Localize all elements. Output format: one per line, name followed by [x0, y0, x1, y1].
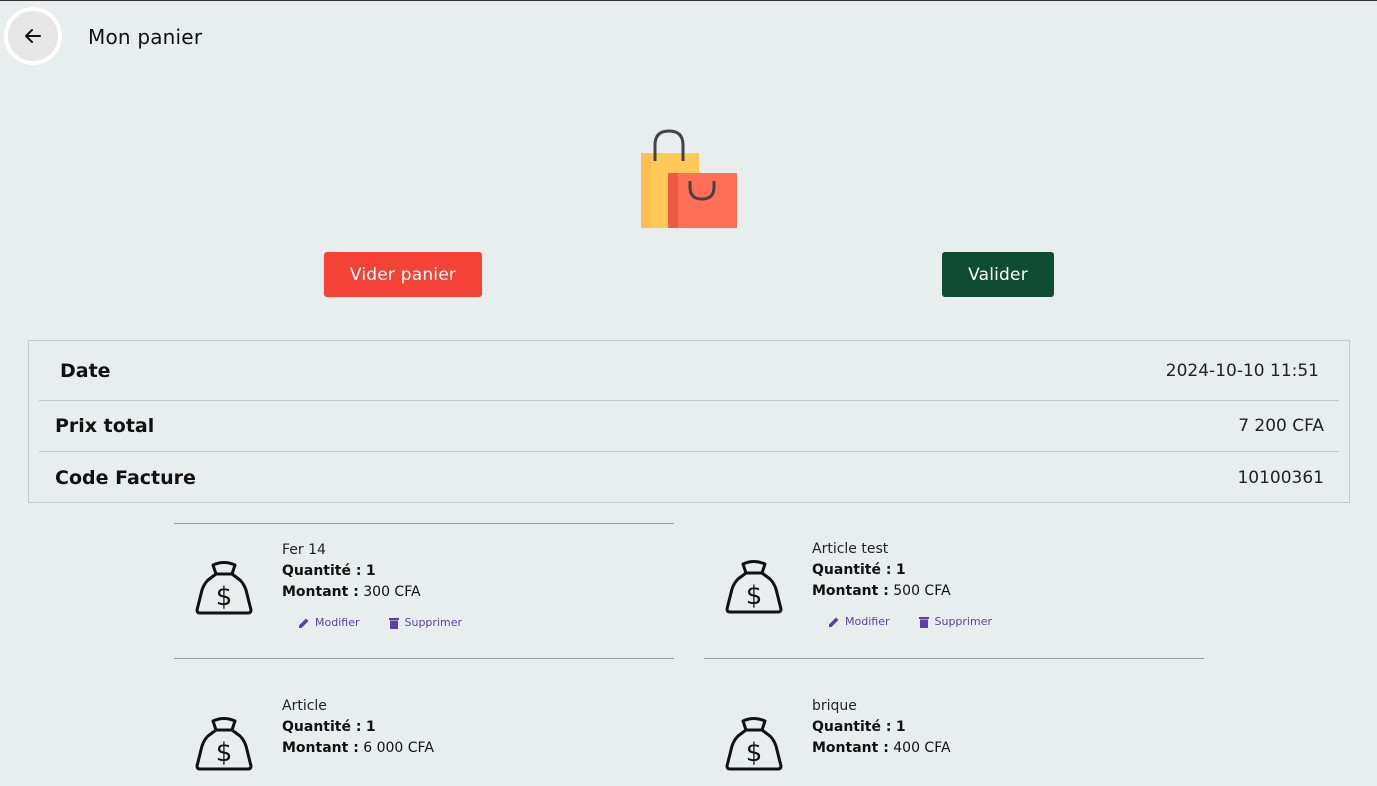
summary-row-total: Prix total 7 200 CFA [39, 401, 1339, 452]
svg-text:$: $ [746, 581, 763, 611]
summary-row-invoice: Code Facture 10100361 [39, 452, 1339, 504]
item-amount: Montant : 500 CFA [812, 583, 951, 599]
amount-label: Montant : [812, 740, 889, 756]
quantity-value: 1 [895, 719, 906, 735]
item-quantity: Quantité : 1 [812, 719, 906, 735]
amount-label: Montant : [812, 583, 889, 599]
quantity-value: 1 [365, 563, 376, 579]
cart-item: $ brique Quantité : 1 Montant : 400 CFA [704, 658, 1204, 786]
shopping-bags-icon [641, 129, 737, 228]
svg-text:$: $ [746, 738, 763, 768]
delete-button[interactable]: Supprimer [389, 616, 462, 629]
quantity-label: Quantité : [812, 562, 892, 578]
item-quantity: Quantité : 1 [282, 719, 376, 735]
cart-summary: Date 2024-10-10 11:51 Prix total 7 200 C… [28, 340, 1350, 503]
back-button[interactable] [4, 7, 62, 65]
trash-icon [389, 617, 400, 629]
item-amount: Montant : 300 CFA [282, 584, 421, 600]
delete-button[interactable]: Supprimer [919, 615, 992, 628]
total-value: 7 200 CFA [1238, 416, 1324, 436]
validate-button[interactable]: Valider [942, 252, 1054, 297]
pencil-icon [299, 618, 309, 628]
quantity-label: Quantité : [282, 719, 362, 735]
money-bag-icon: $ [195, 717, 253, 771]
svg-text:$: $ [216, 582, 233, 612]
cart-item: $ Article Quantité : 1 Montant : 6 000 C… [174, 658, 674, 786]
amount-label: Montant : [282, 740, 359, 756]
page-title: Mon panier [88, 25, 203, 49]
item-name: Article test [812, 541, 889, 557]
money-bag-icon: $ [195, 561, 253, 615]
money-bag-icon: $ [725, 560, 783, 614]
date-value: 2024-10-10 11:51 [1165, 360, 1319, 381]
quantity-label: Quantité : [812, 719, 892, 735]
item-quantity: Quantité : 1 [282, 563, 376, 579]
total-label: Prix total [55, 415, 155, 437]
invoice-label: Code Facture [55, 467, 196, 489]
item-name: brique [812, 698, 857, 714]
quantity-label: Quantité : [282, 563, 362, 579]
quantity-value: 1 [895, 562, 906, 578]
amount-value: 500 CFA [893, 583, 951, 599]
trash-icon [919, 616, 930, 628]
cart-item: $ Article test Quantité : 1 Montant : 50… [704, 523, 1204, 659]
item-actions: Modifier Supprimer [298, 616, 462, 629]
edit-label: Modifier [315, 616, 360, 629]
summary-row-date: Date 2024-10-10 11:51 [39, 341, 1339, 401]
money-bag-icon: $ [725, 717, 783, 771]
edit-button[interactable]: Modifier [828, 615, 889, 628]
edit-label: Modifier [845, 615, 890, 628]
edit-button[interactable]: Modifier [298, 616, 359, 629]
amount-value: 6 000 CFA [363, 740, 434, 756]
svg-text:$: $ [216, 738, 233, 768]
item-amount: Montant : 400 CFA [812, 740, 951, 756]
date-label: Date [60, 359, 111, 382]
arrow-left-icon [25, 29, 41, 43]
item-name: Fer 14 [282, 542, 326, 558]
invoice-value: 10100361 [1237, 468, 1324, 488]
amount-value: 300 CFA [363, 584, 421, 600]
item-actions: Modifier Supprimer [828, 615, 992, 628]
quantity-value: 1 [365, 719, 376, 735]
cart-item: $ Fer 14 Quantité : 1 Montant : 300 CFA … [174, 523, 674, 659]
delete-label: Supprimer [934, 615, 992, 628]
clear-cart-button[interactable]: Vider panier [324, 252, 482, 297]
item-name: Article [282, 698, 327, 714]
item-quantity: Quantité : 1 [812, 562, 906, 578]
item-amount: Montant : 6 000 CFA [282, 740, 434, 756]
delete-label: Supprimer [404, 616, 462, 629]
amount-label: Montant : [282, 584, 359, 600]
amount-value: 400 CFA [893, 740, 951, 756]
pencil-icon [829, 617, 839, 627]
